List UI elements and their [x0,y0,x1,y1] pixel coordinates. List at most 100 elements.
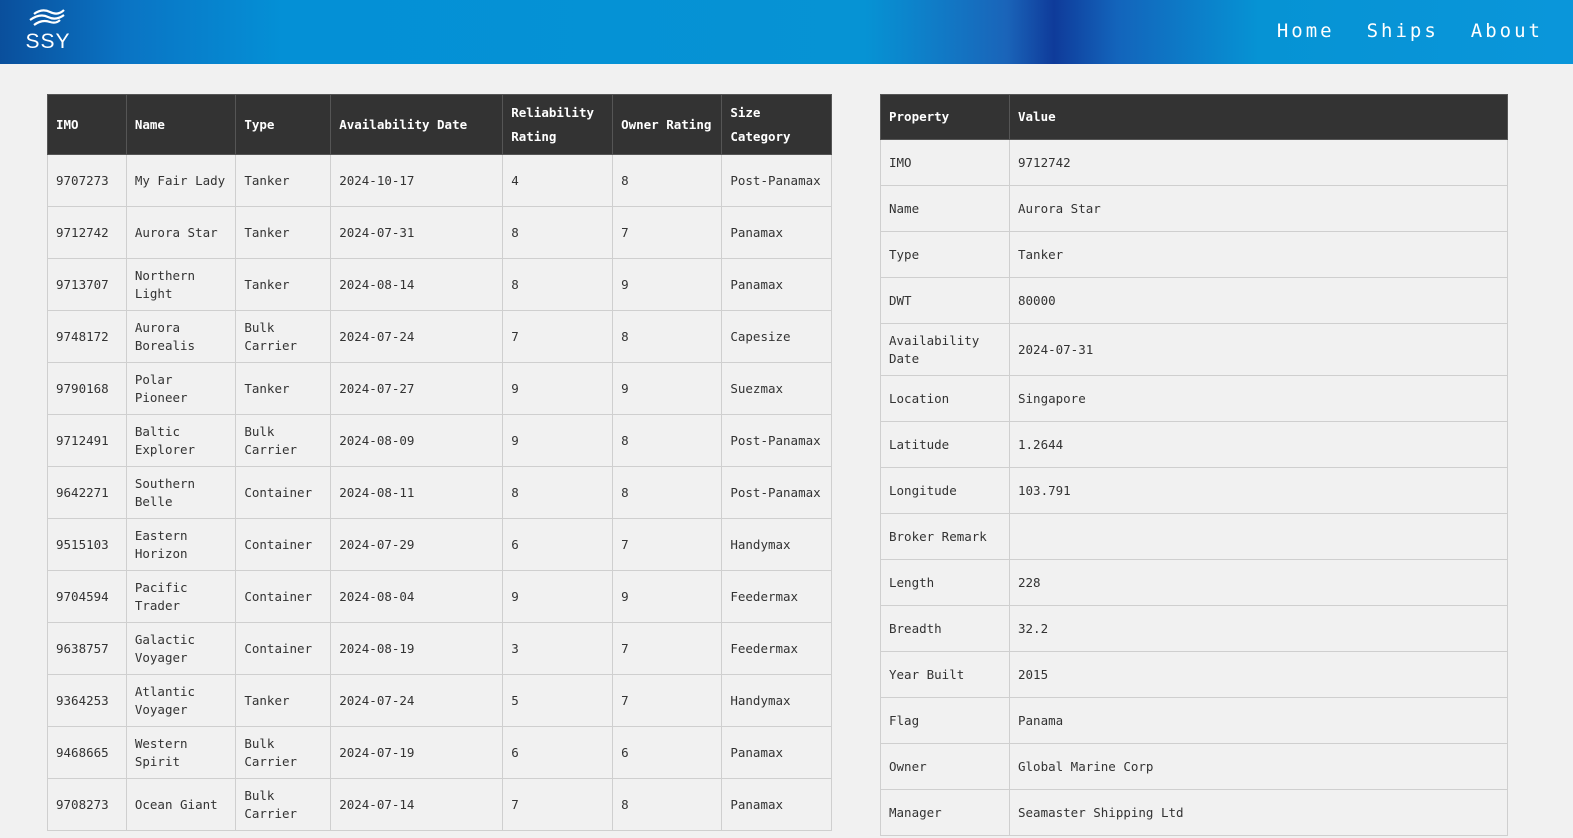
cell-name: Polar Pioneer [125,362,237,415]
cell-type: Tanker [235,206,332,259]
property-row: DWT 80000 [880,277,1508,324]
nav-ships-link[interactable]: Ships [1367,20,1439,42]
details-table-body: IMO 9712742 Name Aurora Star Type Tanker DWT 80… [880,139,1508,836]
column-header-imo[interactable]: IMO [47,94,127,155]
logo-text: SSY [25,30,71,53]
cell-imo: 9468665 [47,726,127,779]
cell-size-category: Post-Panamax [721,414,832,467]
cell-size-category: Suezmax [721,362,832,415]
column-header-owner-rating[interactable]: Owner Rating [612,94,723,155]
property-name: Breadth [880,605,1010,652]
cell-owner-rating: 8 [612,414,723,467]
table-row[interactable]: 9713707 Northern Light Tanker 2024-08-14 8 9 P… [47,258,832,311]
cell-imo: 9748172 [47,310,127,363]
cell-name: Eastern Horizon [125,518,237,571]
cell-name: My Fair Lady [125,154,237,207]
property-value: Seamaster Shipping Ltd [1009,789,1508,836]
property-name: Latitude [880,421,1010,468]
column-header-name[interactable]: Name [125,94,237,155]
cell-availability-date: 2024-07-14 [330,778,504,831]
table-row[interactable]: 9708273 Ocean Giant Bulk Carrier 2024-07-14… [47,778,832,831]
property-row: Year Built 2015 [880,651,1508,698]
cell-type: Container [235,622,332,675]
table-row[interactable]: 9515103 Eastern Horizon Container 2024-07-2… [47,518,832,571]
cell-owner-rating: 8 [612,778,723,831]
cell-name: Northern Light [125,258,237,311]
cell-reliability-rating: 8 [502,206,614,259]
cell-owner-rating: 7 [612,674,723,727]
table-row[interactable]: 9712491 Baltic Explorer Bulk Carrier 2024-0… [47,414,832,467]
cell-owner-rating: 7 [612,518,723,571]
cell-type: Tanker [235,362,332,415]
property-value: 1.2644 [1009,421,1508,468]
cell-owner-rating: 7 [612,206,723,259]
property-value: 32.2 [1009,605,1508,652]
ssy-logo[interactable]: SSY [22,8,74,56]
property-row: Longitude 103.791 [880,467,1508,514]
property-row: Availability Date 2024-07-31 [880,323,1508,376]
table-row[interactable]: 9790168 Polar Pioneer Tanker 2024-07-27 9 9 Su… [47,362,832,415]
ship-details-table: Property Value IMO 9712742 Name Aurora Star… [880,94,1508,836]
cell-type: Container [235,518,332,571]
property-name: Location [880,375,1010,422]
property-row: Flag Panama [880,697,1508,744]
column-header-availability-date[interactable]: Availability Date [330,94,504,155]
property-value: Global Marine Corp [1009,743,1508,790]
column-header-reliability-rating[interactable]: Reliability Rating [502,94,614,155]
cell-size-category: Feedermax [721,622,832,675]
property-value: 80000 [1009,277,1508,324]
property-name: Manager [880,789,1010,836]
cell-name: Aurora Star [125,206,237,259]
cell-owner-rating: 9 [612,362,723,415]
table-row[interactable]: 9707273 My Fair Lady Tanker 2024-10-17 4 8 Pos… [47,154,832,207]
column-header-property: Property [880,94,1010,140]
cell-type: Tanker [235,154,332,207]
table-row[interactable]: 9638757 Galactic Voyager Container 2024-08-… [47,622,832,675]
table-row[interactable]: 9642271 Southern Belle Container 2024-08-11… [47,466,832,519]
cell-imo: 9712491 [47,414,127,467]
details-table-header-row: Property Value [880,94,1508,140]
cell-owner-rating: 7 [612,622,723,675]
property-name: Length [880,559,1010,606]
cell-owner-rating: 9 [612,570,723,623]
property-row: Name Aurora Star [880,185,1508,232]
property-row: Latitude 1.2644 [880,421,1508,468]
main-nav: Home Ships About [1277,20,1543,42]
cell-size-category: Panamax [721,206,832,259]
cell-reliability-rating: 7 [502,310,614,363]
waves-logo-icon [29,9,65,26]
cell-type: Bulk Carrier [235,310,332,363]
cell-availability-date: 2024-10-17 [330,154,504,207]
cell-availability-date: 2024-07-19 [330,726,504,779]
cell-name: Southern Belle [125,466,237,519]
property-name: IMO [880,139,1010,186]
property-value: Tanker [1009,231,1508,278]
cell-size-category: Handymax [721,518,832,571]
cell-reliability-rating: 5 [502,674,614,727]
cell-imo: 9364253 [47,674,127,727]
cell-availability-date: 2024-07-27 [330,362,504,415]
cell-type: Bulk Carrier [235,778,332,831]
table-row[interactable]: 9748172 Aurora Borealis Bulk Carrier 2024-0… [47,310,832,363]
cell-reliability-rating: 6 [502,726,614,779]
property-name: Year Built [880,651,1010,698]
ships-table: IMO Name Type Availability Date Reliabil… [47,94,832,831]
property-row: Manager Seamaster Shipping Ltd [880,789,1508,836]
table-row[interactable]: 9704594 Pacific Trader Container 2024-08-04… [47,570,832,623]
cell-size-category: Panamax [721,726,832,779]
nav-home-link[interactable]: Home [1277,20,1335,42]
table-row[interactable]: 9468665 Western Spirit Bulk Carrier 2024-07… [47,726,832,779]
table-row[interactable]: 9364253 Atlantic Voyager Tanker 2024-07-24 5… [47,674,832,727]
column-header-size-category[interactable]: Size Category [721,94,832,155]
cell-imo: 9642271 [47,466,127,519]
cell-owner-rating: 8 [612,154,723,207]
property-name: Flag [880,697,1010,744]
nav-about-link[interactable]: About [1471,20,1543,42]
property-row: Broker Remark [880,513,1508,560]
column-header-type[interactable]: Type [235,94,332,155]
table-row[interactable]: 9712742 Aurora Star Tanker 2024-07-31 8 7 Pana… [47,206,832,259]
property-value: 103.791 [1009,467,1508,514]
cell-reliability-rating: 8 [502,466,614,519]
cell-size-category: Capesize [721,310,832,363]
property-value: Panama [1009,697,1508,744]
